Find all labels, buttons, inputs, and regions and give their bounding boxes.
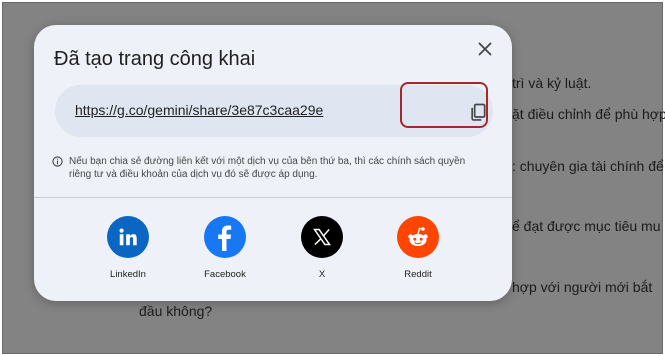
share-linkedin-label: LinkedIn xyxy=(110,269,146,280)
background-text-line: trì và kỷ luật. xyxy=(512,75,592,91)
facebook-icon xyxy=(204,216,246,258)
share-x-button[interactable]: X xyxy=(292,216,352,280)
share-linkedin-button[interactable]: LinkedIn xyxy=(98,216,158,280)
copy-button-highlight xyxy=(400,82,488,128)
share-link[interactable]: https://g.co/gemini/share/3e87c3caa29e xyxy=(75,102,323,118)
privacy-notice-text: Nếu bạn chia sẻ đường liên kết với một d… xyxy=(69,156,466,180)
background-text-line: đầu không? xyxy=(139,303,213,319)
divider xyxy=(34,197,512,198)
background-text-line: hợp với người mới bắt xyxy=(512,279,653,295)
share-facebook-label: Facebook xyxy=(204,269,246,280)
background-text-line: : chuyên gia tài chính để xyxy=(512,158,664,174)
share-reddit-label: Reddit xyxy=(404,269,432,280)
x-icon xyxy=(301,216,343,258)
share-reddit-button[interactable]: Reddit xyxy=(388,216,448,280)
linkedin-icon xyxy=(107,216,149,258)
share-x-label: X xyxy=(318,269,326,280)
info-icon xyxy=(52,156,63,167)
dialog-title: Đã tạo trang công khai xyxy=(54,48,256,70)
close-icon[interactable] xyxy=(474,38,496,60)
share-facebook-button[interactable]: Facebook xyxy=(195,216,255,280)
share-dialog: Đã tạo trang công khai https://g.co/gemi… xyxy=(34,25,512,301)
background-text-line: ặt điều chỉnh để phù hợp xyxy=(512,106,665,122)
reddit-icon xyxy=(397,216,439,258)
background-text-line: ể đạt được mục tiêu mu xyxy=(512,218,661,234)
